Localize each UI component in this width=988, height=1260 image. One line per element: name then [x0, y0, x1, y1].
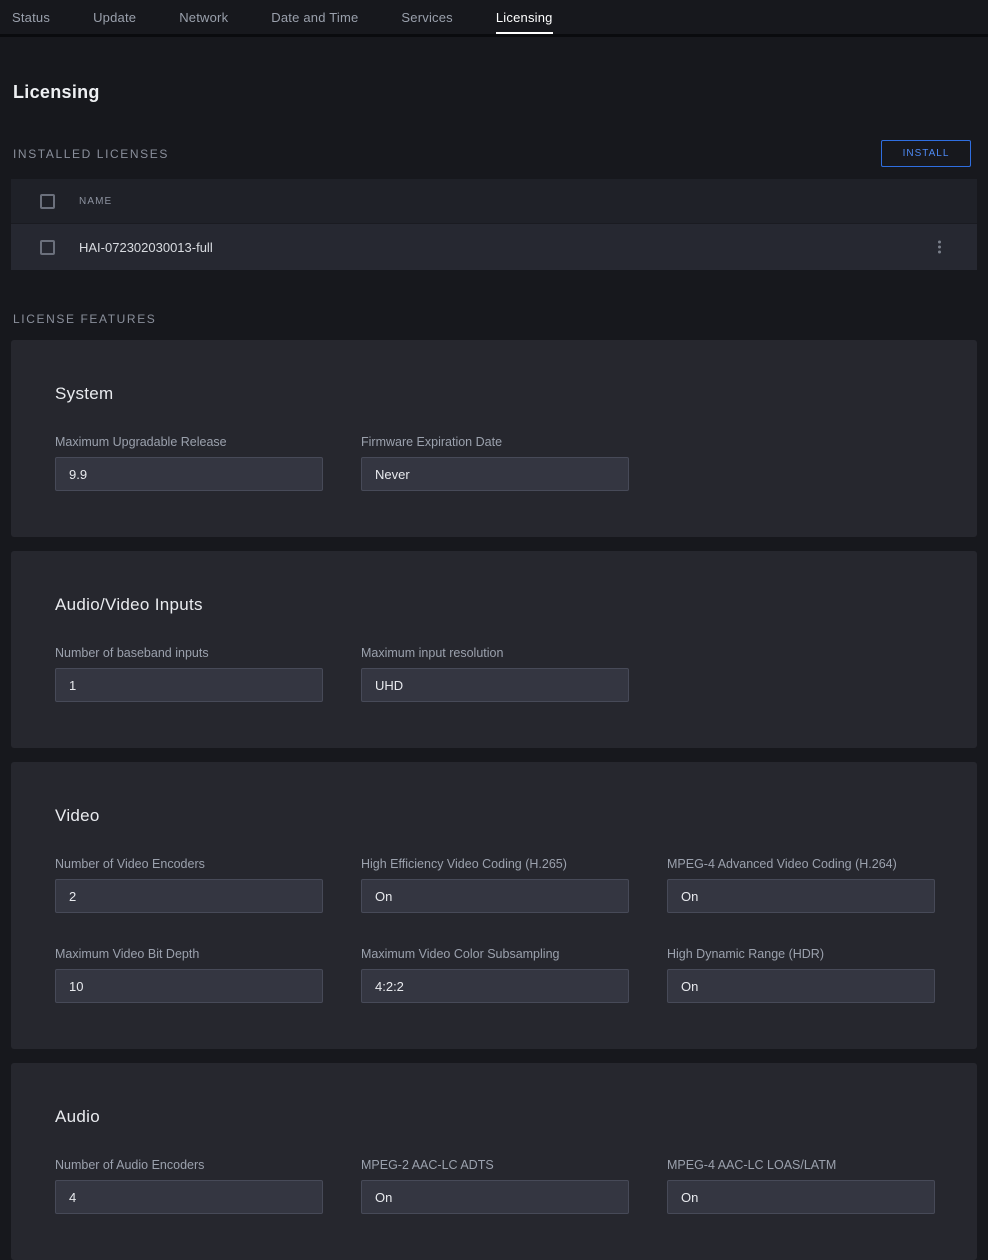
field-hevc-h265: High Efficiency Video Coding (H.265) On [361, 857, 629, 913]
license-features-label: LICENSE FEATURES [13, 312, 977, 326]
field-maximum-video-bit-depth: Maximum Video Bit Depth 10 [55, 947, 323, 1003]
card-audio-video-inputs: Audio/Video Inputs Number of baseband in… [11, 551, 977, 748]
field-value: UHD [361, 668, 629, 702]
field-value: On [667, 969, 935, 1003]
field-value: 9.9 [55, 457, 323, 491]
field-label: Maximum Upgradable Release [55, 435, 323, 449]
field-label: MPEG-4 Advanced Video Coding (H.264) [667, 857, 935, 871]
name-column-header: NAME [79, 196, 112, 207]
field-mpeg4-avc-h264: MPEG-4 Advanced Video Coding (H.264) On [667, 857, 935, 913]
field-number-of-video-encoders: Number of Video Encoders 2 [55, 857, 323, 913]
field-mpeg2-aac-lc-adts: MPEG-2 AAC-LC ADTS On [361, 1158, 629, 1214]
field-label: Maximum input resolution [361, 646, 629, 660]
field-label: Number of Video Encoders [55, 857, 323, 871]
field-label: Number of Audio Encoders [55, 1158, 323, 1172]
field-label: High Dynamic Range (HDR) [667, 947, 935, 961]
field-value: On [667, 1180, 935, 1214]
tab-date-and-time[interactable]: Date and Time [271, 0, 358, 34]
field-label: Number of baseband inputs [55, 646, 323, 660]
field-value: 4:2:2 [361, 969, 629, 1003]
field-firmware-expiration-date: Firmware Expiration Date Never [361, 435, 629, 491]
field-value: On [667, 879, 935, 913]
licenses-table: NAME HAI-072302030013-full [11, 179, 977, 270]
field-high-dynamic-range-hdr: High Dynamic Range (HDR) On [667, 947, 935, 1003]
card-title: Audio/Video Inputs [55, 595, 933, 615]
card-audio: Audio Number of Audio Encoders 4 MPEG-2 … [11, 1063, 977, 1260]
card-system: System Maximum Upgradable Release 9.9 Fi… [11, 340, 977, 537]
field-mpeg4-aac-lc-loas-latm: MPEG-4 AAC-LC LOAS/LATM On [667, 1158, 935, 1214]
field-value: 10 [55, 969, 323, 1003]
select-all-checkbox[interactable] [40, 194, 55, 209]
row-checkbox[interactable] [40, 240, 55, 255]
installed-licenses-label: INSTALLED LICENSES [13, 147, 169, 161]
license-name: HAI-072302030013-full [79, 240, 213, 255]
card-title: System [55, 384, 933, 404]
field-number-of-baseband-inputs: Number of baseband inputs 1 [55, 646, 323, 702]
table-header-row: NAME [11, 179, 977, 223]
card-title: Video [55, 806, 933, 826]
card-video: Video Number of Video Encoders 2 High Ef… [11, 762, 977, 1049]
field-label: MPEG-2 AAC-LC ADTS [361, 1158, 629, 1172]
field-label: Firmware Expiration Date [361, 435, 629, 449]
tab-update[interactable]: Update [93, 0, 136, 34]
kebab-menu-icon[interactable] [934, 237, 945, 258]
tab-status[interactable]: Status [12, 0, 50, 34]
tab-licensing[interactable]: Licensing [496, 0, 553, 34]
page-content: Licensing INSTALLED LICENSES INSTALL NAM… [0, 82, 988, 1260]
field-label: Maximum Video Bit Depth [55, 947, 323, 961]
field-maximum-input-resolution: Maximum input resolution UHD [361, 646, 629, 702]
field-number-of-audio-encoders: Number of Audio Encoders 4 [55, 1158, 323, 1214]
installed-licenses-header: INSTALLED LICENSES INSTALL [11, 140, 977, 167]
field-value: On [361, 879, 629, 913]
install-button[interactable]: INSTALL [881, 140, 971, 167]
page-title: Licensing [13, 82, 977, 103]
field-value: 4 [55, 1180, 323, 1214]
field-value: Never [361, 457, 629, 491]
tab-services[interactable]: Services [401, 0, 452, 34]
card-title: Audio [55, 1107, 933, 1127]
field-maximum-upgradable-release: Maximum Upgradable Release 9.9 [55, 435, 323, 491]
top-tabbar: Status Update Network Date and Time Serv… [0, 0, 988, 37]
field-value: 1 [55, 668, 323, 702]
table-row[interactable]: HAI-072302030013-full [11, 223, 977, 270]
field-label: Maximum Video Color Subsampling [361, 947, 629, 961]
tab-network[interactable]: Network [179, 0, 228, 34]
field-value: On [361, 1180, 629, 1214]
field-maximum-video-color-subsampling: Maximum Video Color Subsampling 4:2:2 [361, 947, 629, 1003]
field-label: MPEG-4 AAC-LC LOAS/LATM [667, 1158, 935, 1172]
field-label: High Efficiency Video Coding (H.265) [361, 857, 629, 871]
field-value: 2 [55, 879, 323, 913]
